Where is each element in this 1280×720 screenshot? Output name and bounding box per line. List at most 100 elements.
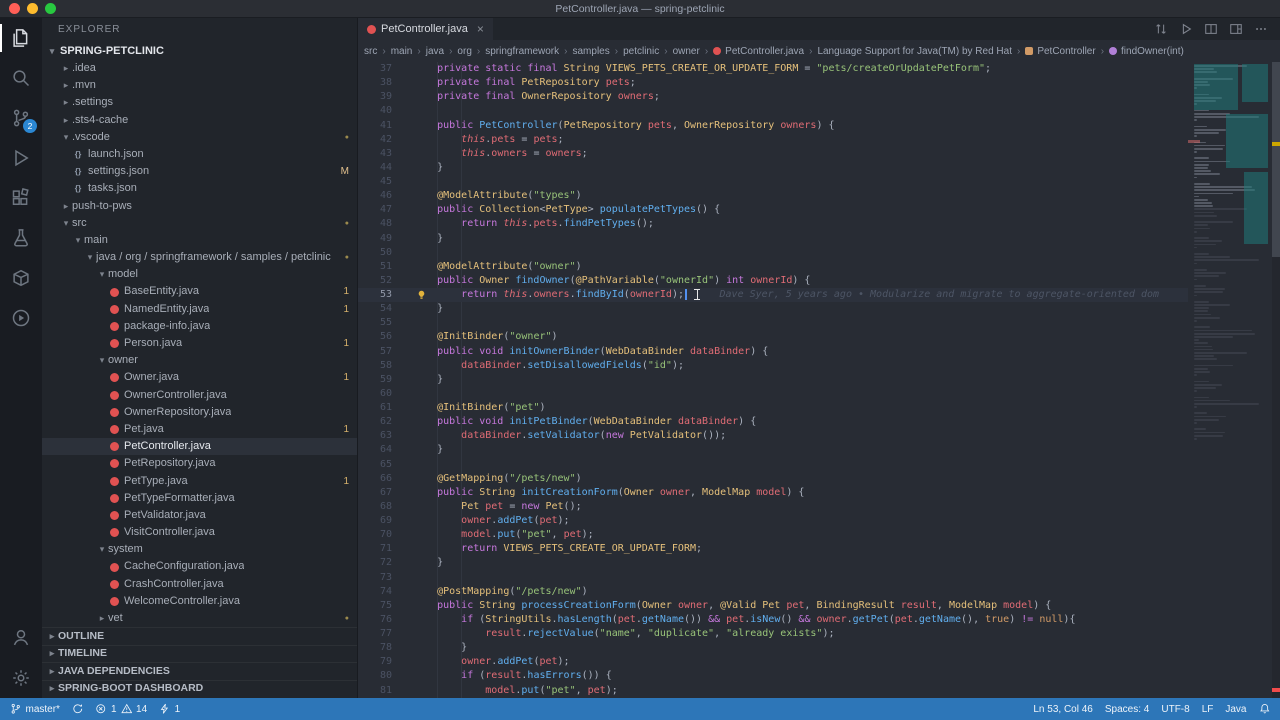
project-root[interactable]: ▾ SPRING-PETCLINIC	[42, 42, 357, 60]
lightbulb-icon[interactable]	[416, 289, 427, 301]
code-line[interactable]: 78 }	[358, 641, 1280, 655]
code-line[interactable]: 61 @InitBinder("pet")	[358, 401, 1280, 415]
activity-item-extensions[interactable]	[0, 178, 42, 218]
sync-button[interactable]	[72, 703, 84, 715]
tree-item[interactable]: ▾main	[42, 232, 357, 249]
notifications-bell[interactable]	[1259, 703, 1271, 715]
more-actions-icon[interactable]	[1254, 22, 1268, 36]
tree-item[interactable]: Person.java1	[42, 335, 357, 352]
code-line[interactable]: 74 @PostMapping("/pets/new")	[358, 585, 1280, 599]
bolt-indicator[interactable]: 1	[159, 703, 180, 715]
breadcrumb-item[interactable]: org	[457, 46, 471, 57]
tree-item[interactable]: ▸.idea	[42, 60, 357, 77]
code-line[interactable]: 42 this.pets = pets;	[358, 133, 1280, 147]
code-line[interactable]: 62 public void initPetBinder(WebDataBind…	[358, 415, 1280, 429]
code-line[interactable]: 54 }	[358, 302, 1280, 316]
code-line[interactable]: 51 @ModelAttribute("owner")	[358, 260, 1280, 274]
open-changes-icon[interactable]	[1154, 22, 1168, 36]
activity-item-testing[interactable]	[0, 218, 42, 258]
code-line[interactable]: 57 public void initOwnerBinder(WebDataBi…	[358, 345, 1280, 359]
code-line[interactable]: 59 }	[358, 373, 1280, 387]
code-line[interactable]: 41 public PetController(PetRepository pe…	[358, 119, 1280, 133]
code-line[interactable]: 48 return this.pets.findPetTypes();	[358, 217, 1280, 231]
tree-item[interactable]: PetRepository.java	[42, 455, 357, 472]
tree-item[interactable]: ▾model	[42, 266, 357, 283]
code-line[interactable]: 75 public String processCreationForm(Own…	[358, 599, 1280, 613]
toggle-layout-icon[interactable]	[1229, 22, 1243, 36]
close-window-button[interactable]	[9, 3, 20, 14]
code-line[interactable]: 70 model.put("pet", pet);	[358, 528, 1280, 542]
activity-item-source-control[interactable]: 2	[0, 98, 42, 138]
tree-item[interactable]: NamedEntity.java1	[42, 301, 357, 318]
sidebar-section-outline[interactable]: ▸OUTLINE	[42, 627, 357, 645]
breadcrumb-item[interactable]: Language Support for Java(TM) by Red Hat	[817, 46, 1012, 57]
minimize-window-button[interactable]	[27, 3, 38, 14]
problems-indicator[interactable]: 1 14	[95, 703, 147, 715]
breadcrumb-item[interactable]: samples	[572, 46, 609, 57]
breadcrumb-item[interactable]: PetController.java	[713, 46, 804, 57]
tree-item[interactable]: Owner.java1	[42, 369, 357, 386]
code-line[interactable]: 64 }	[358, 443, 1280, 457]
run-file-icon[interactable]	[1179, 22, 1193, 36]
code-line[interactable]: 81 model.put("pet", pet);	[358, 684, 1280, 698]
code-line[interactable]: 46 @ModelAttribute("types")	[358, 189, 1280, 203]
code-line[interactable]: 69 owner.addPet(pet);	[358, 514, 1280, 528]
code-line[interactable]: 38 private final PetRepository pets;	[358, 76, 1280, 90]
code-line[interactable]: 49 }	[358, 232, 1280, 246]
tree-item[interactable]: ▾src●	[42, 215, 357, 232]
breadcrumb-item[interactable]: src	[364, 46, 377, 57]
code-line[interactable]: 50	[358, 246, 1280, 260]
code-line[interactable]: 47 public Collection<PetType> populatePe…	[358, 203, 1280, 217]
tree-item[interactable]: {}settings.jsonM	[42, 163, 357, 180]
tree-item[interactable]: {}launch.json	[42, 146, 357, 163]
activity-item-java-projects[interactable]	[0, 258, 42, 298]
zoom-window-button[interactable]	[45, 3, 56, 14]
sidebar-section-java-dependencies[interactable]: ▸JAVA DEPENDENCIES	[42, 662, 357, 680]
tree-item[interactable]: CrashController.java	[42, 576, 357, 593]
tree-item[interactable]: WelcomeController.java	[42, 593, 357, 610]
code-line[interactable]: 71 return VIEWS_PETS_CREATE_OR_UPDATE_FO…	[358, 542, 1280, 556]
tree-item[interactable]: PetController.java	[42, 438, 357, 455]
activity-item-explorer[interactable]	[0, 18, 42, 58]
encoding-setting[interactable]: UTF-8	[1161, 704, 1189, 715]
tree-item[interactable]: ▾.vscode●	[42, 129, 357, 146]
code-line[interactable]: 53 return this.owners.findById(ownerId);…	[358, 288, 1280, 302]
indentation-setting[interactable]: Spaces: 4	[1105, 704, 1149, 715]
code-line[interactable]: 77 result.rejectValue("name", "duplicate…	[358, 627, 1280, 641]
tree-item[interactable]: ▾owner	[42, 352, 357, 369]
code-line[interactable]: 76 if (StringUtils.hasLength(pet.getName…	[358, 613, 1280, 627]
breadcrumb-item[interactable]: PetController	[1025, 46, 1095, 57]
breadcrumb-item[interactable]: springframework	[485, 46, 559, 57]
breadcrumb-item[interactable]: main	[391, 46, 413, 57]
eol-setting[interactable]: LF	[1202, 704, 1214, 715]
sidebar-section-timeline[interactable]: ▸TIMELINE	[42, 645, 357, 663]
breadcrumb-item[interactable]: findOwner(int)	[1109, 46, 1184, 57]
code-line[interactable]: 63 dataBinder.setValidator(new PetValida…	[358, 429, 1280, 443]
tree-item[interactable]: ▸.sts4-cache	[42, 112, 357, 129]
tree-item[interactable]: ▸vet●	[42, 610, 357, 627]
code-line[interactable]: 65	[358, 458, 1280, 472]
tree-item[interactable]: PetType.java1	[42, 473, 357, 490]
code-line[interactable]: 80 if (result.hasErrors()) {	[358, 669, 1280, 683]
code-line[interactable]: 72 }	[358, 556, 1280, 570]
tree-item[interactable]: PetTypeFormatter.java	[42, 490, 357, 507]
sidebar-section-spring-boot-dashboard[interactable]: ▸SPRING-BOOT DASHBOARD	[42, 680, 357, 698]
tree-item[interactable]: ▸push-to-pws	[42, 198, 357, 215]
code-line[interactable]: 40	[358, 104, 1280, 118]
code-line[interactable]: 45	[358, 175, 1280, 189]
tree-item[interactable]: ▸.mvn	[42, 77, 357, 94]
tree-item[interactable]: Pet.java1	[42, 421, 357, 438]
split-editor-icon[interactable]	[1204, 22, 1218, 36]
activity-item-settings[interactable]	[0, 658, 42, 698]
tree-item[interactable]: BaseEntity.java1	[42, 283, 357, 300]
tree-item[interactable]: CacheConfiguration.java	[42, 558, 357, 575]
tree-item[interactable]: ▸.settings	[42, 94, 357, 111]
tree-item[interactable]: PetValidator.java	[42, 507, 357, 524]
code-line[interactable]: 43 this.owners = owners;	[358, 147, 1280, 161]
code-line[interactable]: 68 Pet pet = new Pet();	[358, 500, 1280, 514]
activity-item-run-debug[interactable]	[0, 138, 42, 178]
code-line[interactable]: 56 @InitBinder("owner")	[358, 330, 1280, 344]
tree-item[interactable]: VisitController.java	[42, 524, 357, 541]
activity-item-live-share[interactable]	[0, 298, 42, 338]
code-line[interactable]: 55	[358, 316, 1280, 330]
